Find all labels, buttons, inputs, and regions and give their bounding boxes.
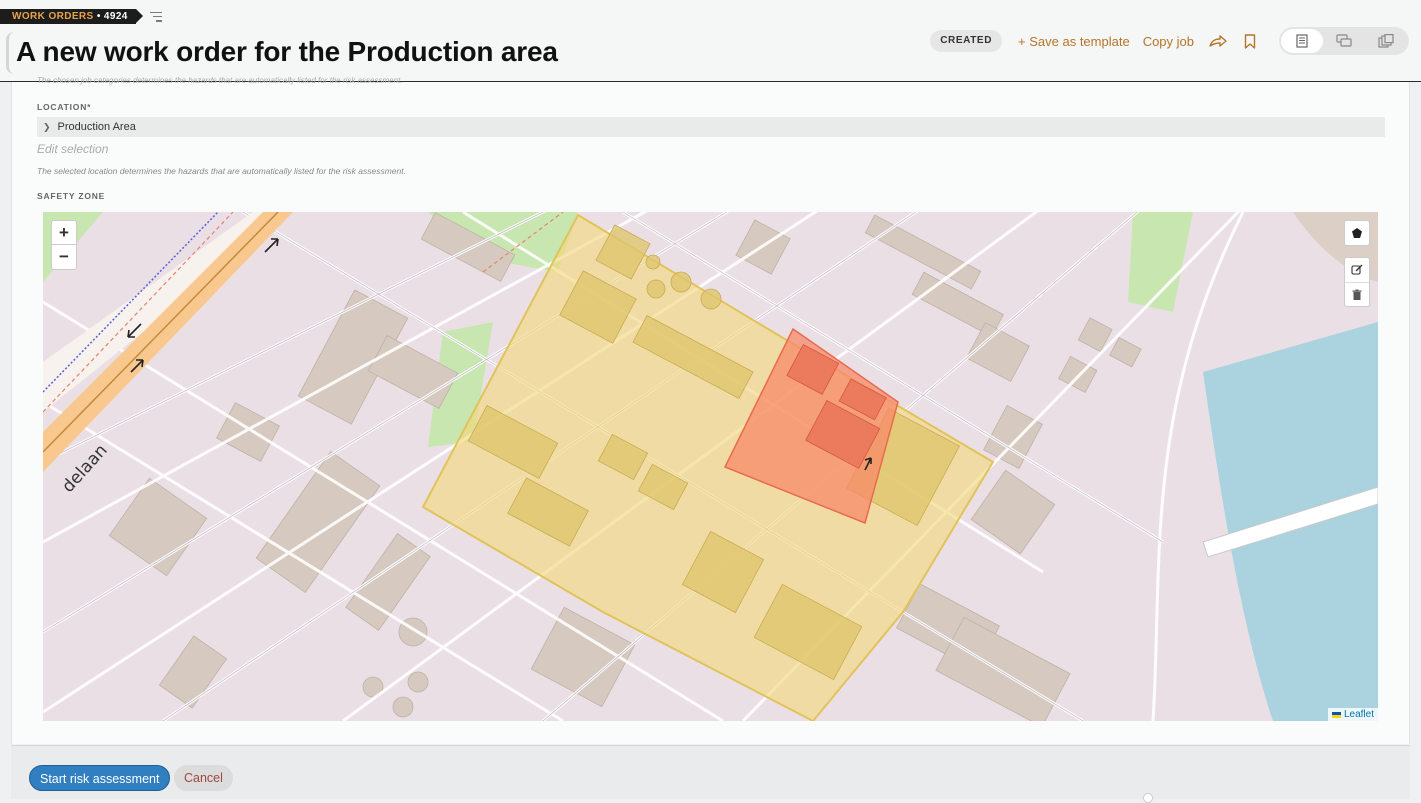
location-label: LOCATION*	[37, 102, 92, 112]
zoom-in-button[interactable]: +	[52, 221, 76, 245]
scroll-indicator[interactable]	[1143, 793, 1153, 803]
view-toggle	[1279, 27, 1409, 55]
draw-polygon-button[interactable]	[1345, 221, 1369, 245]
zoom-out-button[interactable]: −	[52, 245, 76, 269]
cancel-button[interactable]: Cancel	[174, 765, 233, 791]
bookmark-icon[interactable]	[1239, 30, 1261, 52]
header-actions: CREATED + Save as template Copy job	[930, 27, 1409, 55]
zoom-control: + −	[51, 220, 77, 270]
gallery-view-icon[interactable]	[1365, 29, 1407, 53]
draw-toolbar	[1344, 220, 1370, 246]
breadcrumb-section: WORK ORDERS	[12, 11, 94, 22]
delete-layers-button[interactable]	[1345, 282, 1369, 306]
save-as-template-link[interactable]: + Save as template	[1018, 34, 1130, 49]
ukraine-flag-icon	[1331, 711, 1341, 718]
trash-icon	[1352, 289, 1362, 300]
leaflet-link[interactable]: Leaflet	[1344, 709, 1374, 720]
map-attribution: Leaflet	[1327, 708, 1378, 721]
form-content: The chosen job categories determines the…	[11, 76, 1410, 744]
share-icon[interactable]	[1207, 30, 1229, 52]
edit-layers-button[interactable]	[1345, 258, 1369, 282]
breadcrumb-tag[interactable]: WORK ORDERS • 4924	[0, 9, 143, 24]
location-value: Production Area	[57, 121, 136, 133]
footer: Start risk assessment Cancel	[11, 745, 1410, 799]
polygon-icon	[1352, 228, 1362, 238]
comments-view-icon[interactable]	[1323, 29, 1365, 53]
status-badge: CREATED	[930, 30, 1003, 52]
chevron-right-icon[interactable]: ❯	[43, 122, 51, 133]
document-view-icon[interactable]	[1281, 29, 1323, 53]
safety-zone-map[interactable]: delaan + − Leaflet	[43, 212, 1378, 721]
location-selection[interactable]: ❯ Production Area	[37, 117, 1385, 137]
breadcrumb[interactable]: WORK ORDERS • 4924	[0, 9, 162, 24]
breadcrumb-separator: •	[96, 11, 101, 22]
safety-zone-label: SAFETY ZONE	[37, 191, 106, 201]
header: WORK ORDERS • 4924 A new work order for …	[0, 0, 1421, 82]
menu-icon[interactable]	[149, 11, 162, 22]
page-title: A new work order for the Production area	[16, 36, 558, 67]
copy-job-link[interactable]: Copy job	[1143, 34, 1194, 49]
breadcrumb-id: 4924	[103, 11, 128, 22]
location-hint: The selected location determines the haz…	[37, 166, 406, 176]
edit-toolbar	[1344, 257, 1370, 307]
park-area	[1128, 212, 1193, 312]
category-hint: The chosen job categories determines the…	[37, 76, 403, 85]
start-risk-assessment-button[interactable]: Start risk assessment	[29, 765, 171, 791]
edit-icon	[1351, 264, 1363, 275]
edit-selection-link[interactable]: Edit selection	[37, 142, 108, 156]
map-tiles[interactable]: delaan	[43, 212, 1378, 721]
